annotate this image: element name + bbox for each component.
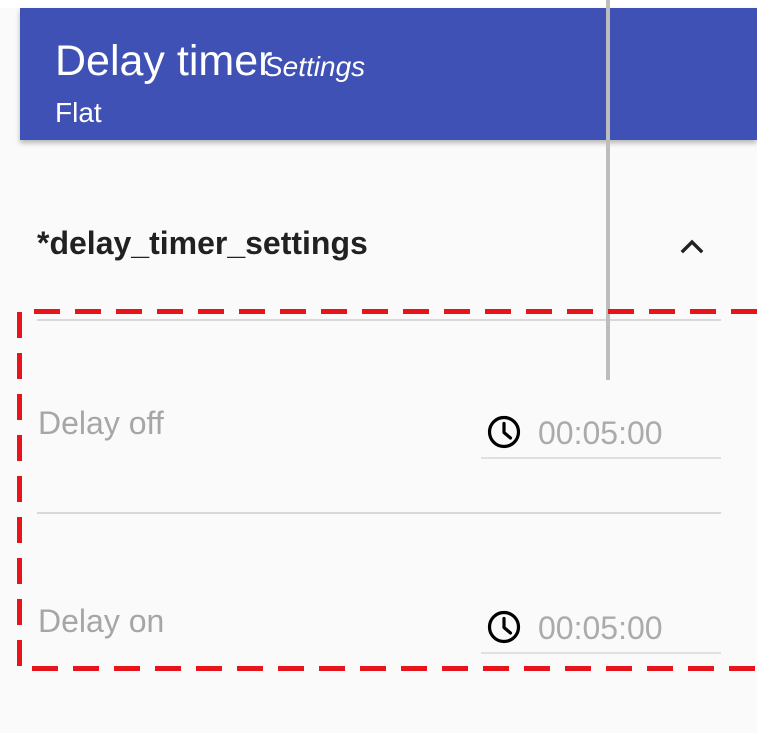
chevron-up-icon bbox=[680, 239, 704, 254]
collapse-section-button[interactable] bbox=[672, 226, 712, 266]
app-header: Delay timer Settings Flat bbox=[20, 8, 757, 140]
clock-icon bbox=[487, 415, 521, 449]
divider bbox=[37, 319, 721, 321]
delay-off-value: 00:05:00 bbox=[538, 415, 663, 451]
delay-on-value: 00:05:00 bbox=[538, 610, 663, 646]
delay-on-time-field[interactable]: 00:05:00 bbox=[481, 602, 721, 654]
field-underline bbox=[481, 652, 721, 654]
clock-icon bbox=[487, 610, 521, 644]
vertical-guide-line bbox=[606, 0, 610, 380]
app-screen: Delay timer Settings Flat *delay_timer_s… bbox=[0, 0, 757, 733]
page-title: Delay timer bbox=[55, 37, 273, 85]
status-area bbox=[0, 0, 757, 8]
delay-off-label: Delay off bbox=[38, 405, 164, 441]
section-title: *delay_timer_settings bbox=[37, 225, 368, 261]
field-underline bbox=[481, 457, 721, 459]
delay-on-label: Delay on bbox=[38, 603, 165, 639]
page-subtitle: Settings bbox=[264, 51, 366, 82]
delay-off-time-field[interactable]: 00:05:00 bbox=[481, 407, 721, 459]
divider bbox=[37, 512, 721, 514]
device-name: Flat bbox=[55, 97, 102, 128]
